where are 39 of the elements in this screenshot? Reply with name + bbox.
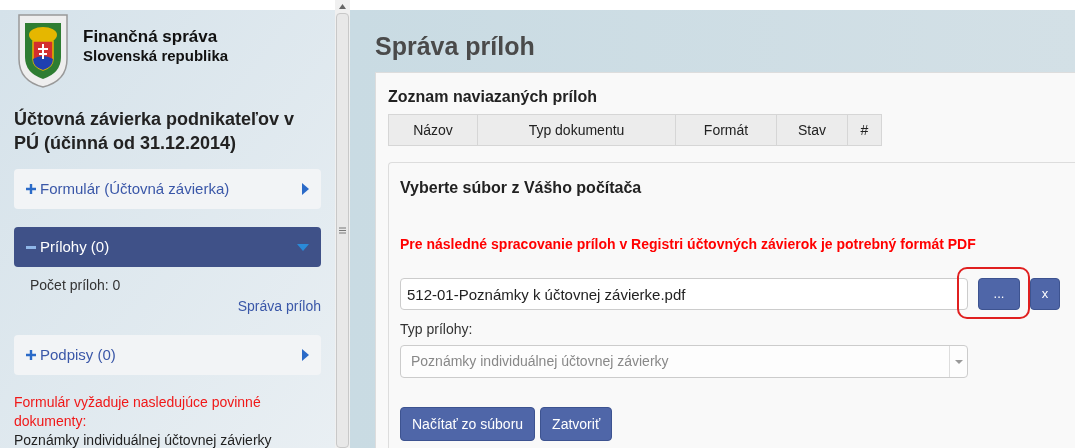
column-header: #: [847, 114, 882, 146]
accordion-header[interactable]: Podpisy (0): [14, 335, 321, 375]
manage-attachments-link[interactable]: Správa príloh: [237, 296, 321, 317]
scroll-up-icon: [339, 4, 346, 9]
column-header: Stav: [776, 114, 848, 146]
brand-subtitle: Slovenská republika: [83, 46, 229, 65]
load-from-file-button[interactable]: Načítať zo súboru: [400, 407, 536, 441]
attachment-type-label: Typ prílohy:: [400, 320, 474, 339]
plus-icon: [26, 350, 36, 360]
required-documents-warning: Formulár vyžaduje nasledujúce povinné dokumenty:: [14, 393, 262, 431]
column-header: Názov: [388, 114, 478, 146]
browse-button[interactable]: ...: [978, 278, 1020, 310]
accordion-label: Podpisy (0): [40, 344, 116, 365]
caret-right-icon: [302, 183, 309, 195]
accordion-label: Formulár (Účtovná závierka): [40, 178, 230, 199]
caret-down-icon: [297, 243, 309, 251]
clear-button[interactable]: x: [1030, 278, 1060, 310]
column-header: Typ dokumentu: [477, 114, 676, 146]
caret-right-icon: [302, 349, 309, 361]
pdf-format-notice: Pre následné spracovanie príloh v Registri účtovných závierok je potrebný formát PDF: [400, 235, 977, 254]
select-value: Poznámky individuálnej účtovnej závierky: [410, 352, 670, 371]
close-button[interactable]: Zatvoriť: [540, 407, 613, 441]
emblem-logo-icon: [15, 11, 71, 89]
form-heading: Účtovná závierka podnikateľov v PÚ (účinná od 31.12.2014): [14, 107, 296, 155]
upload-title: Vyberte súbor z Vášho počítača: [400, 178, 643, 198]
file-name-field[interactable]: 512-01-Poznámky k účtovnej závierke.pdf: [400, 278, 968, 310]
required-document: Poznámky individuálnej účtovnej závierky: [14, 431, 273, 448]
page-title: Správa príloh: [375, 31, 536, 62]
plus-icon: [26, 184, 36, 194]
accordion-label: Prílohy (0): [40, 236, 110, 257]
caret-down-icon: [954, 359, 963, 364]
accordion-header[interactable]: Prílohy (0): [14, 227, 321, 267]
brand-title: Finančná správa: [83, 27, 219, 46]
minus-icon: [26, 245, 36, 249]
accordion-header[interactable]: Formulár (Účtovná závierka): [14, 169, 321, 209]
column-header: Formát: [675, 114, 777, 146]
grip-icon: [339, 227, 346, 234]
section-title: Zoznam naviazaných príloh: [388, 87, 598, 107]
attachment-count: Počet príloh: 0: [29, 276, 122, 295]
